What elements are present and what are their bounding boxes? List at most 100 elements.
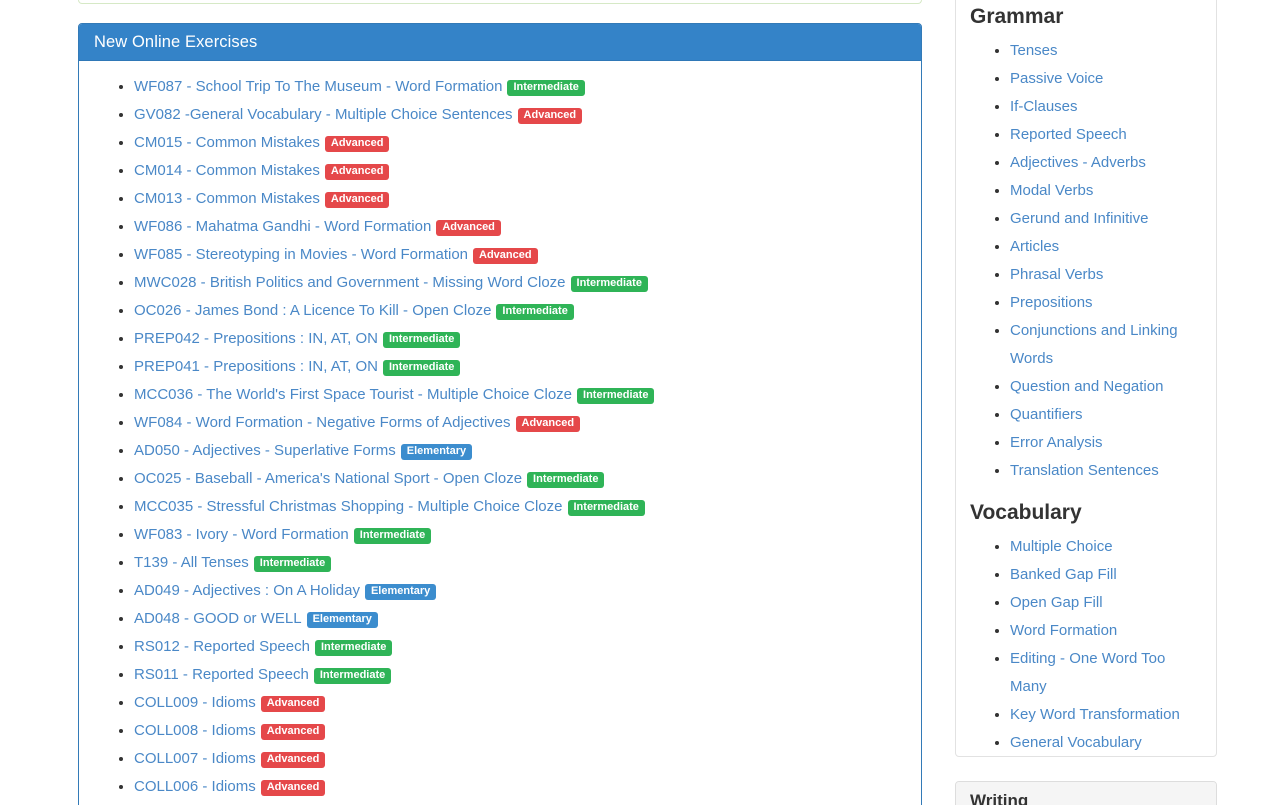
exercise-link[interactable]: AD048 - GOOD or WELL: [134, 610, 302, 627]
sidebar-item-adjectives-adverbs[interactable]: Adjectives - Adverbs: [1010, 154, 1146, 171]
new-online-exercises-panel: New Online Exercises WF087 - School Trip…: [78, 23, 922, 805]
list-item: Reported Speech: [1010, 121, 1202, 149]
list-item: CM015 - Common Mistakes Advanced: [134, 129, 906, 157]
level-badge: Advanced: [516, 416, 581, 432]
exercise-link[interactable]: OC025 - Baseball - America's National Sp…: [134, 470, 522, 487]
exercise-link[interactable]: AD050 - Adjectives - Superlative Forms: [134, 442, 396, 459]
list-item: Passive Voice: [1010, 65, 1202, 93]
list-item: AD048 - GOOD or WELL Elementary: [134, 605, 906, 633]
exercise-link[interactable]: COLL007 - Idioms: [134, 750, 256, 767]
exercise-link[interactable]: WF085 - Stereotyping in Movies - Word Fo…: [134, 246, 468, 263]
list-item: OC026 - James Bond : A Licence To Kill -…: [134, 297, 906, 325]
list-item: PREP042 - Prepositions : IN, AT, ONInter…: [134, 325, 906, 353]
list-item: OC025 - Baseball - America's National Sp…: [134, 465, 906, 493]
list-item: Articles: [1010, 233, 1202, 261]
exercise-link[interactable]: RS011 - Reported Speech: [134, 666, 309, 683]
sidebar-item-tenses[interactable]: Tenses: [1010, 42, 1058, 59]
sidebar-item-if-clauses[interactable]: If-Clauses: [1010, 98, 1078, 115]
list-item: Quantifiers: [1010, 401, 1202, 429]
list-item: Conjunctions and Linking Words: [1010, 317, 1202, 373]
exercise-link[interactable]: CM013 - Common Mistakes: [134, 190, 320, 207]
sidebar-item-multiple-choice[interactable]: Multiple Choice: [1010, 538, 1113, 555]
sidebar-item-modal-verbs[interactable]: Modal Verbs: [1010, 182, 1093, 199]
writing-panel: Writing: [955, 781, 1217, 805]
level-badge: Intermediate: [496, 304, 573, 320]
level-badge: Elementary: [307, 612, 378, 628]
sidebar-item-error-analysis[interactable]: Error Analysis: [1010, 434, 1103, 451]
exercise-link[interactable]: PREP041 - Prepositions : IN, AT, ON: [134, 358, 378, 375]
exercise-link[interactable]: MCC035 - Stressful Christmas Shopping - …: [134, 498, 563, 515]
sidebar-list-grammar: Tenses Passive Voice If-Clauses Reported Sp…: [970, 37, 1202, 485]
sidebar: Grammar Tenses Passive Voice If-Clauses Rep…: [955, 0, 1217, 757]
level-badge: Advanced: [325, 192, 390, 208]
exercise-link[interactable]: CM015 - Common Mistakes: [134, 134, 320, 151]
list-item: CM013 - Common Mistakes Advanced: [134, 185, 906, 213]
sidebar-item-conjunctions-and-linking-words[interactable]: Conjunctions and Linking Words: [1010, 322, 1178, 367]
sidebar-item-articles[interactable]: Articles: [1010, 238, 1059, 255]
list-item: Gerund and Infinitive: [1010, 205, 1202, 233]
exercise-link[interactable]: WF084 - Word Formation - Negative Forms …: [134, 414, 511, 431]
exercise-link[interactable]: PREP042 - Prepositions : IN, AT, ON: [134, 330, 378, 347]
level-badge: Intermediate: [254, 556, 331, 572]
previous-panel-remnant: [78, 0, 922, 4]
sidebar-item-editing-one-word-too-many[interactable]: Editing - One Word Too Many: [1010, 650, 1165, 695]
list-item: Modal Verbs: [1010, 177, 1202, 205]
exercise-link[interactable]: RS012 - Reported Speech: [134, 638, 310, 655]
list-item: WF087 - School Trip To The Museum - Word…: [134, 73, 906, 101]
sidebar-item-quantifiers[interactable]: Quantifiers: [1010, 406, 1083, 423]
sidebar-item-banked-gap-fill[interactable]: Banked Gap Fill: [1010, 566, 1117, 583]
exercise-link[interactable]: COLL008 - Idioms: [134, 722, 256, 739]
exercise-link[interactable]: MWC028 - British Politics and Government…: [134, 274, 566, 291]
exercise-link[interactable]: T139 - All Tenses: [134, 554, 249, 571]
sidebar-item-general-vocabulary-exercises[interactable]: General Vocabulary Exercises: [1010, 734, 1142, 757]
level-badge: Intermediate: [568, 500, 645, 516]
exercise-link[interactable]: WF087 - School Trip To The Museum - Word…: [134, 78, 502, 95]
list-item: General Vocabulary Exercises: [1010, 729, 1202, 757]
list-item: RS012 - Reported Speech Intermediate: [134, 633, 906, 661]
list-item: Translation Sentences: [1010, 457, 1202, 485]
list-item: Open Gap Fill: [1010, 589, 1202, 617]
list-item: Banked Gap Fill: [1010, 561, 1202, 589]
list-item: Phrasal Verbs: [1010, 261, 1202, 289]
sidebar-item-prepositions[interactable]: Prepositions: [1010, 294, 1093, 311]
exercise-link[interactable]: MCC036 - The World's First Space Tourist…: [134, 386, 572, 403]
exercise-link[interactable]: COLL006 - Idioms: [134, 778, 256, 795]
list-item: Word Formation: [1010, 617, 1202, 645]
sidebar-item-word-formation[interactable]: Word Formation: [1010, 622, 1117, 639]
list-item: PREP041 - Prepositions : IN, AT, ON Inter…: [134, 353, 906, 381]
list-item: AD050 - Adjectives - Superlative FormsEl…: [134, 437, 906, 465]
level-badge: Elementary: [365, 584, 436, 600]
level-badge: Intermediate: [383, 360, 460, 376]
sidebar-heading-grammar: Grammar: [970, 5, 1202, 28]
level-badge: Intermediate: [577, 388, 654, 404]
sidebar-item-open-gap-fill[interactable]: Open Gap Fill: [1010, 594, 1103, 611]
sidebar-item-phrasal-verbs[interactable]: Phrasal Verbs: [1010, 266, 1103, 283]
exercise-link[interactable]: AD049 - Adjectives : On A Holiday: [134, 582, 360, 599]
sidebar-item-passive-voice[interactable]: Passive Voice: [1010, 70, 1103, 87]
list-item: COLL006 - Idioms Advanced: [134, 773, 906, 801]
exercise-link[interactable]: CM014 - Common Mistakes: [134, 162, 320, 179]
exercise-link[interactable]: WF086 - Mahatma Gandhi - Word Formation: [134, 218, 431, 235]
list-item: WF084 - Word Formation - Negative Forms …: [134, 409, 906, 437]
level-badge: Advanced: [261, 780, 326, 796]
exercise-link[interactable]: GV082 -General Vocabulary - Multiple Cho…: [134, 106, 513, 123]
level-badge: Advanced: [261, 696, 326, 712]
exercise-link[interactable]: COLL009 - Idioms: [134, 694, 256, 711]
level-badge: Advanced: [325, 136, 390, 152]
sidebar-item-reported-speech[interactable]: Reported Speech: [1010, 126, 1127, 143]
sidebar-item-key-word-transformation[interactable]: Key Word Transformation: [1010, 706, 1180, 723]
sidebar-item-translation-sentences[interactable]: Translation Sentences: [1010, 462, 1159, 479]
list-item: Tenses: [1010, 37, 1202, 65]
list-item: Key Word Transformation: [1010, 701, 1202, 729]
list-item: Question and Negation: [1010, 373, 1202, 401]
list-item: COLL007 - Idioms Advanced: [134, 745, 906, 773]
exercise-link[interactable]: OC026 - James Bond : A Licence To Kill -…: [134, 302, 491, 319]
level-badge: Intermediate: [315, 640, 392, 656]
level-badge: Advanced: [261, 752, 326, 768]
list-item: COLL008 - IdiomsAdvanced: [134, 717, 906, 745]
sidebar-item-question-and-negation[interactable]: Question and Negation: [1010, 378, 1163, 395]
exercise-link[interactable]: WF083 - Ivory - Word Formation: [134, 526, 349, 543]
sidebar-item-gerund-and-infinitive[interactable]: Gerund and Infinitive: [1010, 210, 1148, 227]
writing-panel-header: Writing: [956, 782, 1216, 805]
list-item: Prepositions: [1010, 289, 1202, 317]
